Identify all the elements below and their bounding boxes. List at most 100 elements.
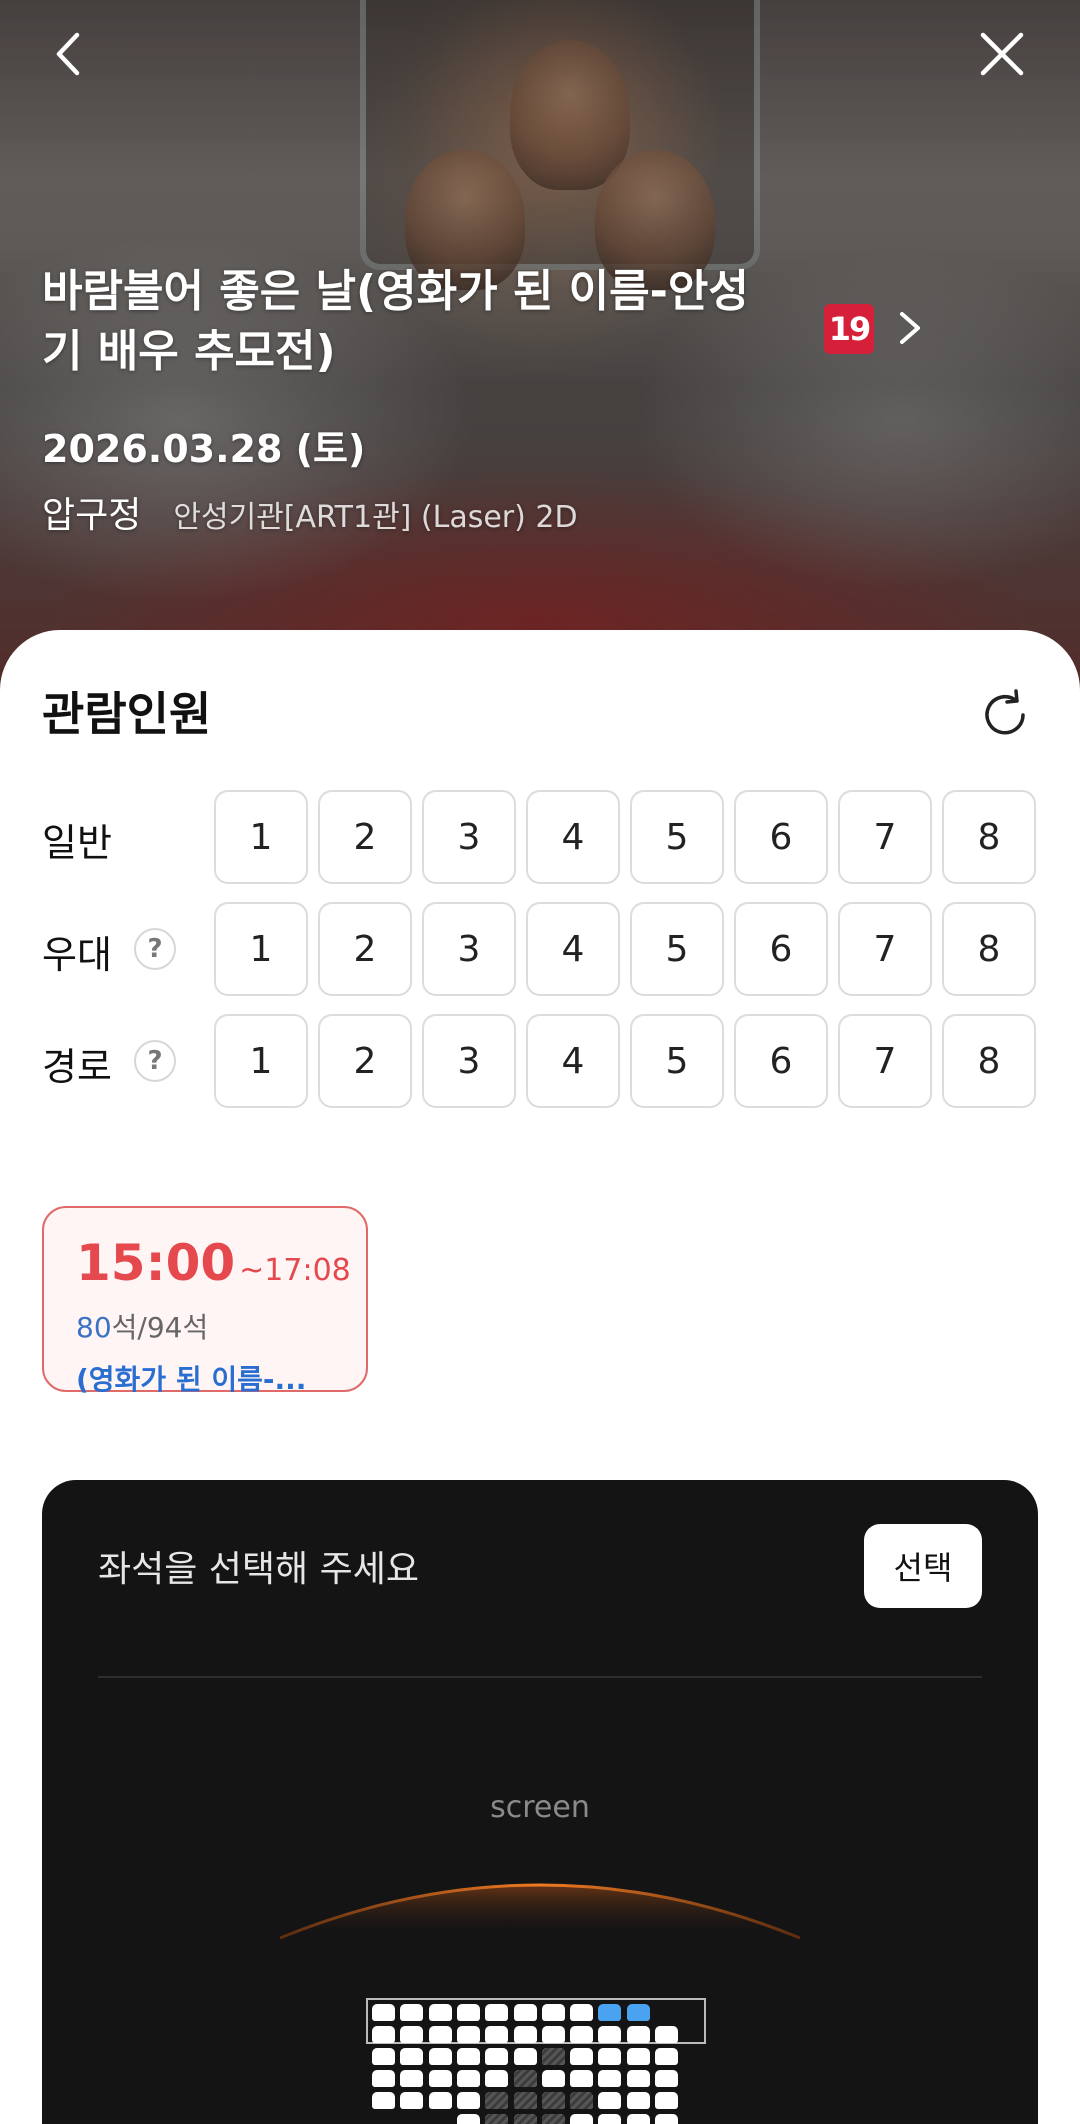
seat[interactable] <box>513 2048 537 2065</box>
seat-selected[interactable] <box>598 2004 622 2021</box>
audience-type-label: 일반 <box>42 821 112 865</box>
seat[interactable] <box>598 2070 622 2087</box>
seat[interactable] <box>456 2026 480 2043</box>
count-button[interactable]: 8 <box>942 790 1036 884</box>
seat[interactable] <box>598 2048 622 2065</box>
audience-title: 관람인원 <box>42 687 212 741</box>
seat[interactable] <box>570 2026 594 2043</box>
screen-arc <box>279 1883 801 1940</box>
seat[interactable] <box>541 2004 565 2021</box>
count-button[interactable]: 5 <box>630 790 724 884</box>
seat-unavailable <box>570 2092 594 2109</box>
seat[interactable] <box>570 2114 594 2124</box>
seat[interactable] <box>428 2070 452 2087</box>
seat-unavailable <box>541 2092 565 2109</box>
count-button[interactable]: 6 <box>734 1014 828 1108</box>
count-button[interactable]: 6 <box>734 902 828 996</box>
seat[interactable] <box>456 2048 480 2065</box>
help-icon[interactable]: ? <box>134 1040 176 1082</box>
seat[interactable] <box>513 2026 537 2043</box>
seat[interactable] <box>598 2026 622 2043</box>
count-button[interactable]: 7 <box>838 790 932 884</box>
seat-selected[interactable] <box>626 2004 650 2021</box>
seat[interactable] <box>485 2070 509 2087</box>
count-button[interactable]: 1 <box>214 790 308 884</box>
seat[interactable] <box>456 2114 480 2124</box>
count-button[interactable]: 4 <box>526 902 620 996</box>
count-button[interactable]: 8 <box>942 902 1036 996</box>
seat[interactable] <box>456 2004 480 2021</box>
select-button[interactable]: 선택 <box>864 1524 982 1608</box>
seat[interactable] <box>400 2004 424 2021</box>
count-button[interactable]: 2 <box>318 902 412 996</box>
seat[interactable] <box>428 2092 452 2109</box>
age-rating-badge: 19 <box>824 304 874 354</box>
seat[interactable] <box>372 2004 395 2021</box>
chevron-right-icon[interactable] <box>890 308 930 348</box>
seat[interactable] <box>485 2004 509 2021</box>
seat[interactable] <box>372 2048 395 2065</box>
seat-prompt: 좌석을 선택해 주세요 <box>98 1549 419 1590</box>
count-button[interactable]: 8 <box>942 1014 1036 1108</box>
seat[interactable] <box>626 2114 650 2124</box>
seat[interactable] <box>655 2114 678 2124</box>
count-button[interactable]: 7 <box>838 902 932 996</box>
seat[interactable] <box>372 2092 395 2109</box>
audience-row: 경로? 1 2 3 4 5 6 7 8 <box>0 1014 1080 1108</box>
count-button[interactable]: 5 <box>630 902 724 996</box>
seat[interactable] <box>655 2092 678 2109</box>
seat[interactable] <box>655 2070 678 2087</box>
refresh-button[interactable] <box>976 686 1034 744</box>
close-button[interactable] <box>966 18 1038 90</box>
seat[interactable] <box>570 2070 594 2087</box>
seat[interactable] <box>372 2070 395 2087</box>
divider <box>98 1676 982 1678</box>
seat[interactable] <box>428 2004 452 2021</box>
count-button[interactable]: 2 <box>318 1014 412 1108</box>
seat[interactable] <box>400 2026 424 2043</box>
seat[interactable] <box>598 2114 622 2124</box>
count-button[interactable]: 1 <box>214 1014 308 1108</box>
count-button[interactable]: 2 <box>318 790 412 884</box>
showtime-card[interactable]: 15:00 ~17:08 80석/94석 (영화가 된 이름-... <box>42 1206 368 1396</box>
seats-total: 석/94석 <box>111 1311 209 1344</box>
help-icon[interactable]: ? <box>134 928 176 970</box>
back-button[interactable] <box>34 18 106 90</box>
seat-unavailable <box>485 2092 509 2109</box>
seat[interactable] <box>598 2092 622 2109</box>
seat[interactable] <box>400 2048 424 2065</box>
seat[interactable] <box>428 2048 452 2065</box>
seat[interactable] <box>626 2092 650 2109</box>
movie-title-row[interactable]: 바람불어 좋은 날(영화가 된 이름-안성기 배우 추모전) 19 <box>42 262 1042 382</box>
seat[interactable] <box>513 2004 537 2021</box>
seat[interactable] <box>428 2026 452 2043</box>
seat-unavailable <box>485 2114 509 2124</box>
seat[interactable] <box>541 2026 565 2043</box>
count-button[interactable]: 1 <box>214 902 308 996</box>
count-button[interactable]: 6 <box>734 790 828 884</box>
seat[interactable] <box>456 2070 480 2087</box>
seat[interactable] <box>626 2026 650 2043</box>
seat[interactable] <box>400 2070 424 2087</box>
count-button[interactable]: 4 <box>526 1014 620 1108</box>
seat[interactable] <box>400 2092 424 2109</box>
seat-map[interactable] <box>366 1998 706 2124</box>
seat[interactable] <box>372 2026 395 2043</box>
count-button[interactable]: 3 <box>422 902 516 996</box>
chevron-left-icon <box>56 32 80 76</box>
count-button[interactable]: 7 <box>838 1014 932 1108</box>
seat[interactable] <box>485 2026 509 2043</box>
seat[interactable] <box>570 2004 594 2021</box>
count-button[interactable]: 5 <box>630 1014 724 1108</box>
seat[interactable] <box>485 2048 509 2065</box>
count-button[interactable]: 3 <box>422 1014 516 1108</box>
seat[interactable] <box>541 2070 565 2087</box>
seat[interactable] <box>655 2048 678 2065</box>
count-button[interactable]: 3 <box>422 790 516 884</box>
seat[interactable] <box>655 2026 678 2043</box>
count-button[interactable]: 4 <box>526 790 620 884</box>
seat[interactable] <box>626 2070 650 2087</box>
seat[interactable] <box>626 2048 650 2065</box>
seat[interactable] <box>456 2092 480 2109</box>
seat[interactable] <box>570 2048 594 2065</box>
